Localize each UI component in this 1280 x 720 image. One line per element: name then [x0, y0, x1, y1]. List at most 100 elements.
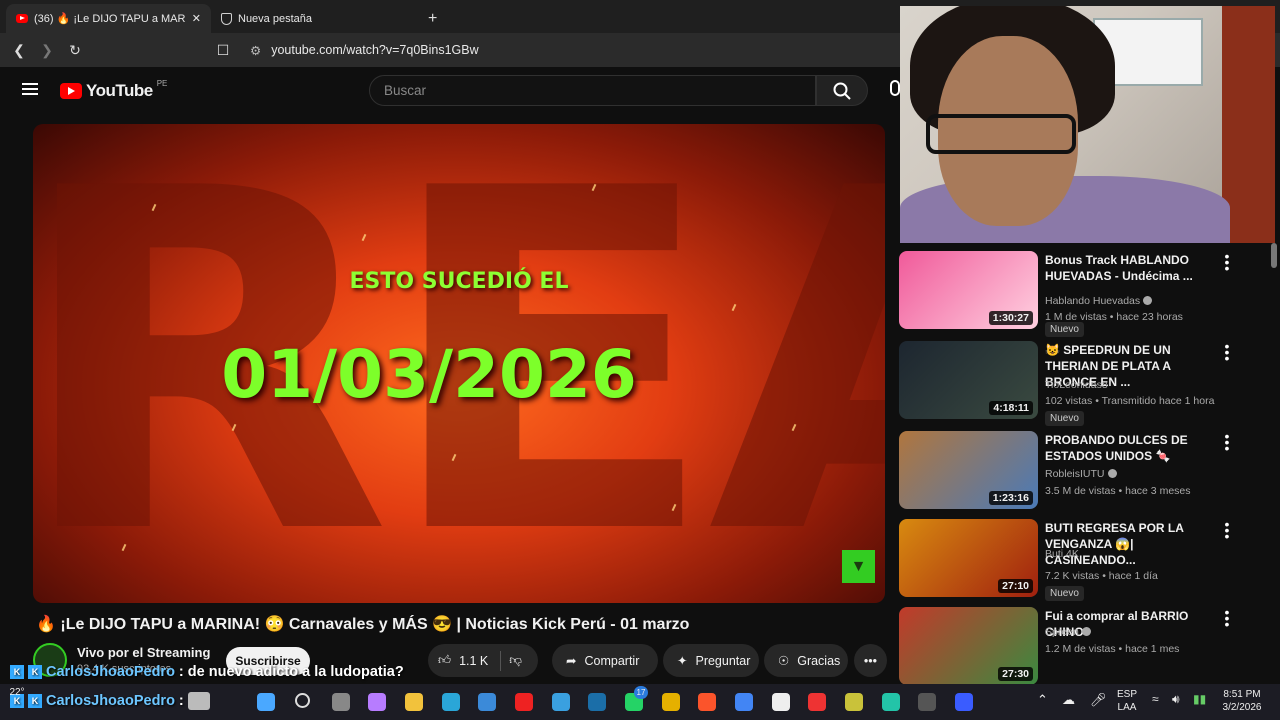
menu-icon[interactable]: [22, 83, 38, 95]
microphone-tray-icon[interactable]: 🎤︎: [1090, 693, 1107, 706]
recommended-channel[interactable]: TioLeonidas8: [1045, 379, 1108, 391]
chat-emote-icon: [187, 692, 210, 710]
share-icon: ➦: [566, 654, 577, 668]
video-title: 🔥 ¡Le DIJO TAPU a MARINA! 😳 Carnavales y…: [36, 616, 690, 633]
search-input[interactable]: Buscar: [369, 75, 816, 106]
video-thumbnail[interactable]: 1:23:16: [899, 431, 1038, 509]
obs-icon[interactable]: [918, 693, 936, 711]
sidebar-scrollbar[interactable]: [1270, 243, 1278, 683]
recommended-video[interactable]: 27:10 BUTI REGRESA POR LA VENGANZA 😱| CAS…: [899, 511, 1269, 601]
chat-overlay-line: K K CarlosJhoaoPedro : de nuevo adicto a…: [10, 664, 404, 680]
kick-badge-icon: K: [10, 665, 24, 679]
more-vertical-icon[interactable]: • • •: [1224, 517, 1230, 543]
volume-icon[interactable]: 🔊︎: [1172, 693, 1180, 706]
app-yellow-icon[interactable]: [845, 693, 863, 711]
logo-text: YouTube: [86, 81, 153, 100]
globe-app-icon[interactable]: [552, 693, 570, 711]
thanks-button[interactable]: ☉ Gracias: [764, 644, 848, 677]
recommended-video[interactable]: 1:30:27 Bonus Track HABLANDO HUEVADAS - U…: [899, 243, 1269, 337]
chevron-up-icon[interactable]: ⌃: [1037, 693, 1048, 706]
recommended-title[interactable]: Bonus Track HABLANDO HUEVADAS - Undécima…: [1045, 252, 1225, 284]
back-icon[interactable]: ❮: [10, 41, 28, 59]
video-thumbnail[interactable]: 1:30:27: [899, 251, 1038, 329]
chat-message: : de nuevo adicto a la ludopatia?: [178, 664, 404, 680]
wifi-icon[interactable]: ≈: [1152, 693, 1159, 706]
new-tab-button[interactable]: +: [416, 4, 449, 33]
ask-button[interactable]: ✦ Preguntar: [663, 644, 759, 677]
file-explorer-icon[interactable]: [405, 693, 423, 711]
recommended-title[interactable]: BUTI REGRESA POR LA VENGANZA 😱| CASINEAN…: [1045, 520, 1225, 568]
recommended-video[interactable]: 27:30 Fui a comprar al BARRIO CHINO Spreen…: [899, 599, 1269, 685]
search-icon[interactable]: [295, 693, 310, 708]
discord-icon[interactable]: [882, 693, 900, 711]
chat-username: CarlosJhoaoPedro: [46, 664, 175, 680]
store-icon[interactable]: [478, 693, 496, 711]
divider: [500, 650, 502, 671]
recommended-video[interactable]: 4:18:11 😺 SPEEDRUN DE UN THERIAN DE PLATA…: [899, 333, 1269, 426]
brave-icon[interactable]: [698, 693, 716, 711]
tab-title: (36) 🔥 ¡Le DIJO TAPU a MARINA!: [34, 13, 186, 25]
recommended-title[interactable]: PROBANDO DULCES DE ESTADOS UNIDOS 🍬: [1045, 432, 1225, 464]
video-thumbnail[interactable]: 27:10: [899, 519, 1038, 597]
more-vertical-icon[interactable]: • • •: [1224, 339, 1230, 365]
weather-temp[interactable]: 22°: [2, 686, 32, 699]
video-caption-line1: ESTO SUCEDIÓ EL: [349, 269, 569, 294]
address-bar[interactable]: ⚙ youtube.com/watch?v=7q0Bins1GBw: [250, 43, 479, 58]
chrome-icon[interactable]: [662, 693, 680, 711]
battery-icon[interactable]: ▮▮: [1193, 693, 1206, 706]
channel-name[interactable]: Vivo por el Streaming: [77, 645, 210, 660]
clock[interactable]: 8:51 PM 3/2/2026: [1218, 688, 1266, 714]
more-vertical-icon[interactable]: • • •: [1224, 605, 1230, 631]
video-thumbnail[interactable]: 27:30: [899, 607, 1038, 685]
more-vertical-icon[interactable]: • • •: [1224, 429, 1230, 455]
windows-start-icon[interactable]: [257, 693, 275, 711]
tab-youtube[interactable]: (36) 🔥 ¡Le DIJO TAPU a MARINA! ✕: [6, 4, 211, 33]
url-text: youtube.com/watch?v=7q0Bins1GBw: [271, 43, 479, 57]
reload-icon[interactable]: ↻: [66, 41, 84, 59]
app-recorder-icon[interactable]: [808, 693, 826, 711]
chat-overlay-line: K K CarlosJhoaoPedro :: [10, 692, 210, 710]
input-language[interactable]: ESP LAA: [1112, 688, 1142, 714]
recommended-channel[interactable]: Buti 4K: [1045, 548, 1079, 560]
recommended-channel[interactable]: RobleisIUTU: [1045, 468, 1117, 480]
video-thumbnail[interactable]: 4:18:11: [899, 341, 1038, 419]
search-button[interactable]: [816, 75, 868, 106]
task-view-icon[interactable]: [332, 693, 350, 711]
super-thanks-icon: ☉: [778, 654, 790, 668]
more-vertical-icon[interactable]: • • •: [1224, 249, 1230, 275]
app-blue-icon[interactable]: [955, 693, 973, 711]
thanks-label: Gracias: [797, 653, 841, 668]
channel-name-text: Hablando Huevadas: [1045, 295, 1141, 307]
video-duration: 4:18:11: [989, 401, 1033, 415]
recommended-video[interactable]: 1:23:16 PROBANDO DULCES DE ESTADOS UNIDOS…: [899, 423, 1269, 509]
forward-icon[interactable]: ❯: [38, 41, 56, 59]
youtube-logo[interactable]: YouTube PE: [60, 79, 167, 101]
channel-name-text: TioLeonidas8: [1045, 379, 1108, 391]
more-actions-button[interactable]: •••: [854, 644, 887, 677]
like-dislike-group: 👍︎ 1.1 K 👎︎: [428, 644, 538, 677]
bookmark-icon[interactable]: ☐: [214, 41, 232, 59]
app-red-icon[interactable]: [515, 693, 533, 711]
like-icon[interactable]: 👍︎: [438, 653, 451, 668]
sparkle-icon: ✦: [677, 654, 688, 668]
channel-name-text: RobleisIUTU: [1045, 468, 1105, 480]
steam-icon[interactable]: [588, 693, 606, 711]
webcam-overlay: [900, 6, 1275, 243]
close-tab-icon[interactable]: ✕: [192, 12, 201, 25]
dislike-icon[interactable]: 👎︎: [509, 653, 522, 668]
like-count[interactable]: 1.1 K: [459, 654, 488, 668]
video-player[interactable]: REAL ESTO SUCEDIÓ EL 01/03/2026 ▼: [33, 124, 885, 603]
youtube-play-icon: [60, 83, 82, 99]
recommended-channel[interactable]: Hablando Huevadas: [1045, 295, 1153, 307]
recommended-channel[interactable]: Spreen: [1045, 626, 1091, 638]
tab-new-tab[interactable]: Nueva pestaña: [211, 4, 416, 33]
share-button[interactable]: ➦ Compartir: [552, 644, 658, 677]
chrome-profile-icon[interactable]: [735, 693, 753, 711]
cloud-icon[interactable]: ☁: [1062, 693, 1075, 706]
capcut-icon[interactable]: [772, 693, 790, 711]
microphone-icon[interactable]: [890, 80, 900, 96]
edge-icon[interactable]: [442, 693, 460, 711]
site-settings-icon[interactable]: ⚙: [250, 43, 261, 58]
copilot-icon[interactable]: [368, 693, 386, 711]
shield-icon: [221, 12, 232, 25]
